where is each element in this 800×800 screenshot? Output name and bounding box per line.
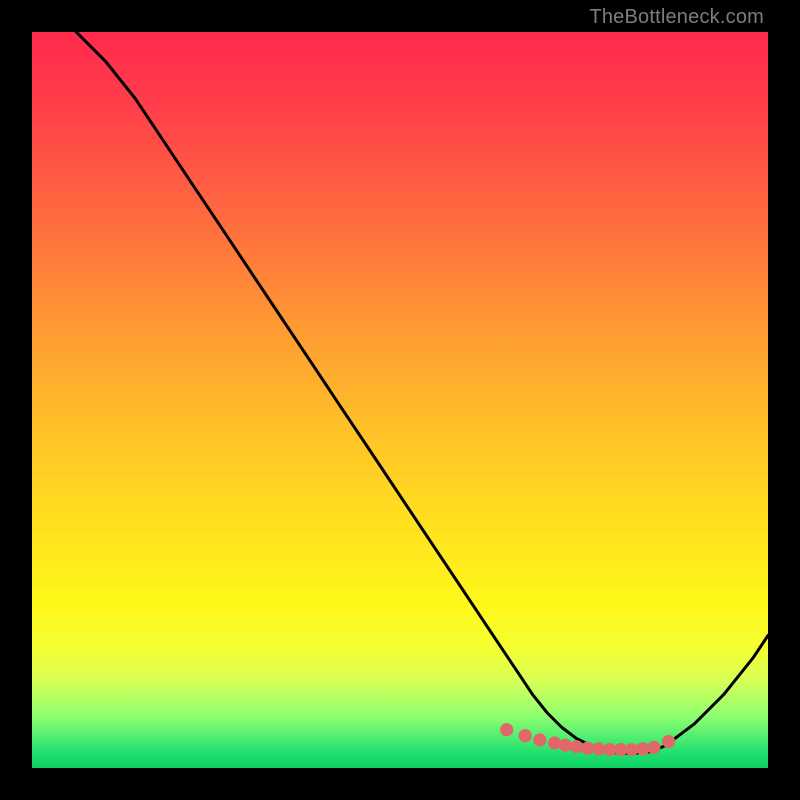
optimal-range-dot — [533, 733, 546, 746]
bottleneck-curve — [76, 32, 768, 753]
optimal-range-dot — [662, 735, 675, 748]
optimal-range-dot — [570, 740, 583, 753]
plot-area — [32, 32, 768, 768]
optimal-range-dot — [647, 741, 660, 754]
watermark-text: TheBottleneck.com — [589, 6, 764, 29]
chart-frame: TheBottleneck.com — [0, 0, 800, 800]
chart-svg — [32, 32, 768, 768]
optimal-range-dot — [519, 729, 532, 742]
optimal-range-dot — [500, 723, 513, 736]
optimal-range-dot — [548, 736, 561, 749]
